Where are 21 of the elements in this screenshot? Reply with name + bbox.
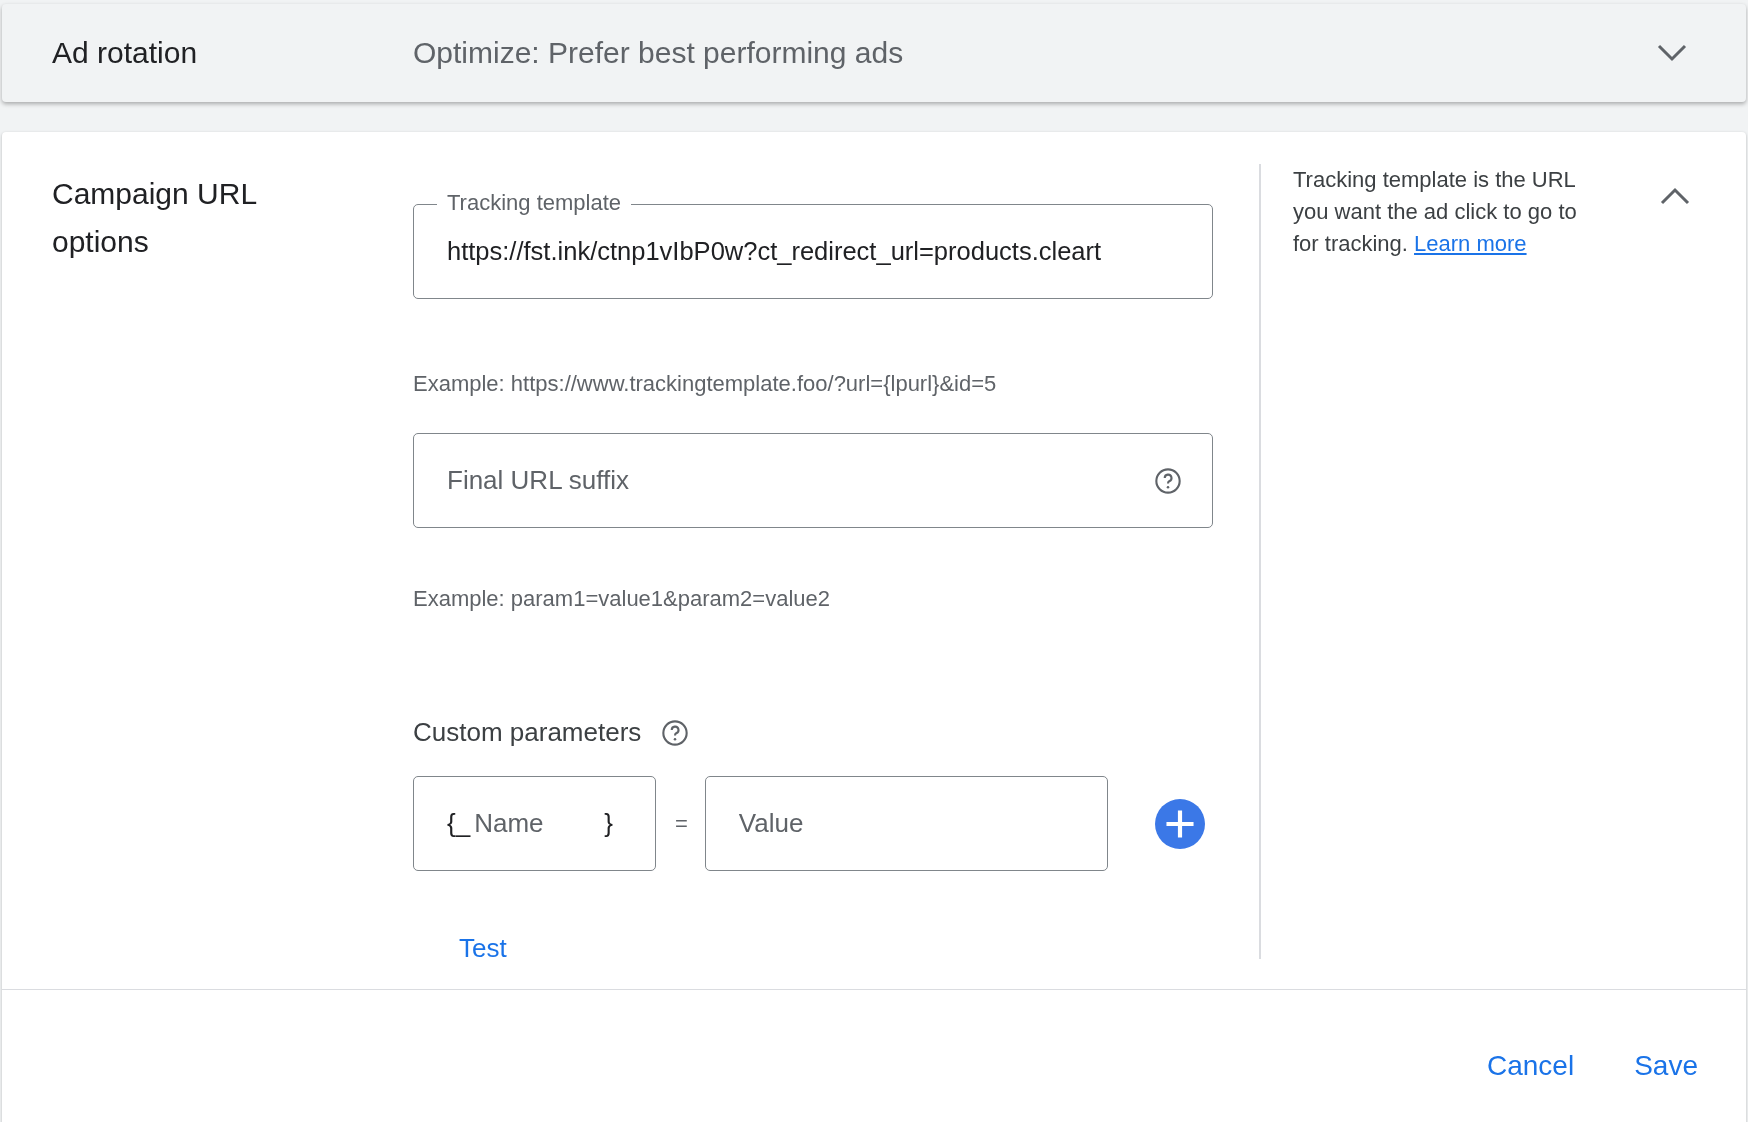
section-title: Campaign URL options (52, 176, 258, 260)
section-title: Ad rotation (51, 36, 199, 70)
final-url-suffix-field[interactable]: Final URL suffix (413, 433, 1213, 528)
chevron-icon[interactable] (1656, 43, 1688, 63)
custom-parameters-label: Custom parameters (413, 717, 642, 748)
ad-rotation-panel[interactable]: Ad rotation Optimize: Prefer best performing ads (2, 4, 1746, 102)
test-button[interactable]: Test (451, 929, 515, 968)
learn-more-link[interactable]: Learn more (1414, 231, 1527, 256)
chevron-icon[interactable] (1659, 186, 1691, 206)
parameter-name-field[interactable]: {_Name } (413, 776, 656, 871)
example-text: Example: param1=value1&param2=value2 (413, 586, 831, 612)
cancel-button[interactable]: Cancel (1477, 1042, 1585, 1090)
add-icon[interactable] (1154, 798, 1205, 849)
example-text: Example: https://www.trackingtemplate.foo/?url={lpurl}&id=5 (413, 371, 997, 397)
help-icon[interactable] (661, 718, 690, 747)
help-text: Tracking template is the URL you want the ad click to go to for tracking. Learn more (1293, 166, 1578, 258)
save-button[interactable]: Save (1624, 1042, 1708, 1090)
equals-sign: = (675, 810, 688, 837)
parameter-value-field[interactable]: Value (704, 776, 1108, 871)
help-icon[interactable] (1154, 466, 1182, 495)
ad-rotation-value: Optimize: Prefer best performing ads (413, 36, 905, 70)
